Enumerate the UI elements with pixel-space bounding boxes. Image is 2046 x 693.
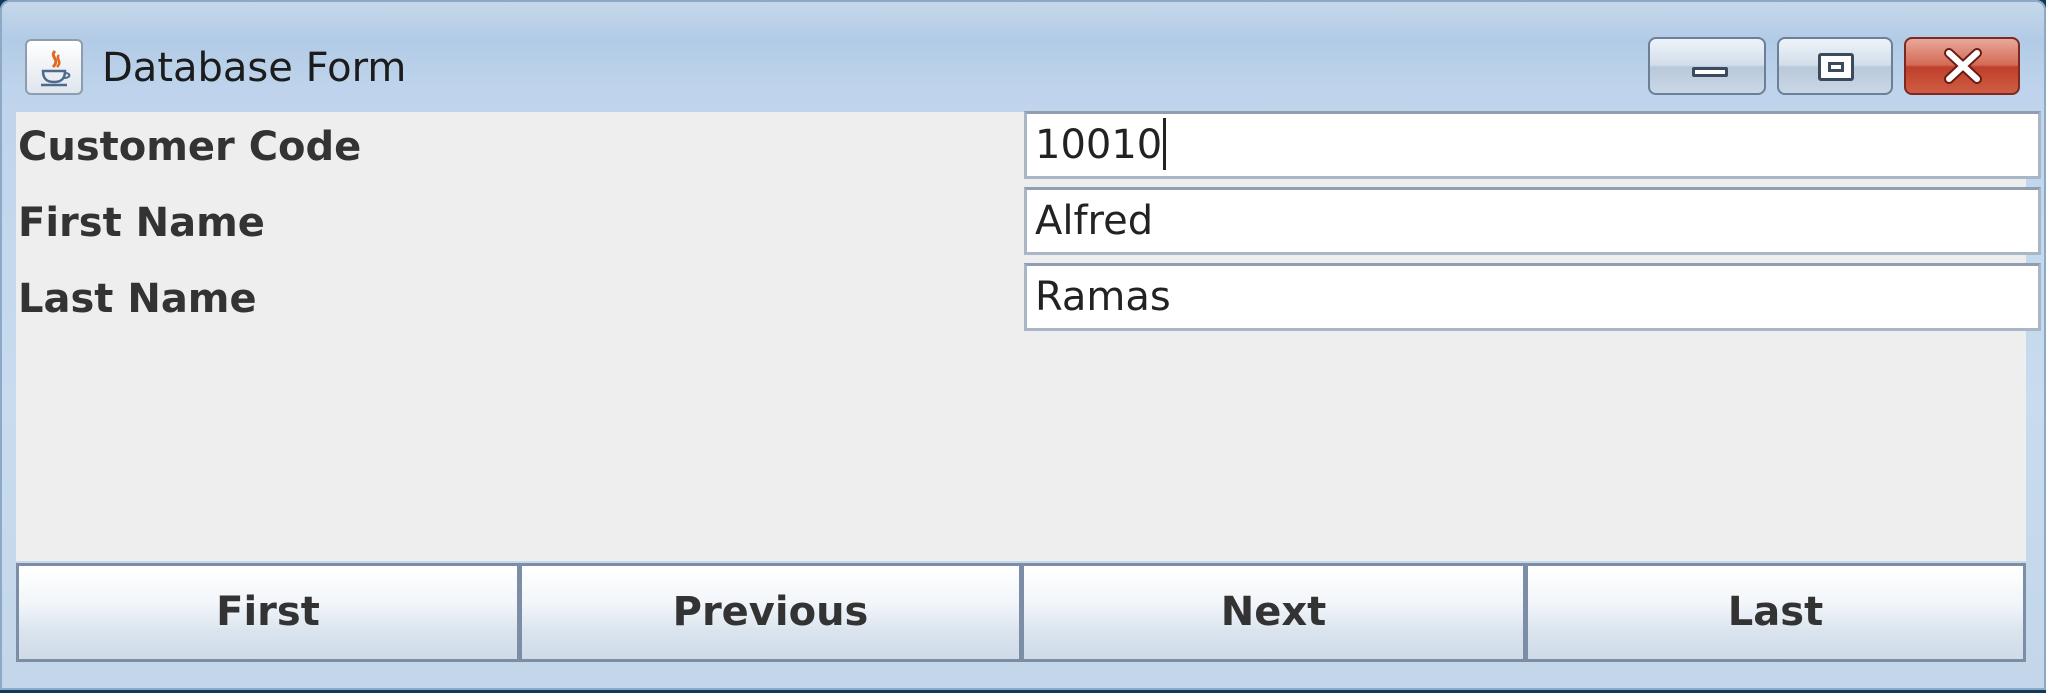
next-button[interactable]: Next <box>1021 563 1526 662</box>
maximize-button[interactable] <box>1777 37 1893 95</box>
window-title: Database Form <box>102 45 407 91</box>
maximize-icon <box>1818 53 1854 81</box>
last-name-value: Ramas <box>1035 274 1171 320</box>
first-name-value: Alfred <box>1035 198 1154 244</box>
minimize-button[interactable] <box>1648 37 1766 95</box>
first-name-field[interactable]: Alfred <box>1024 187 2041 255</box>
previous-button[interactable]: Previous <box>519 563 1022 662</box>
last-name-field[interactable]: Ramas <box>1024 263 2041 331</box>
customer-code-value: 10010 <box>1035 122 1163 168</box>
first-button[interactable]: First <box>16 563 520 662</box>
minimize-icon <box>1692 67 1728 77</box>
java-cup-icon[interactable] <box>25 39 83 95</box>
first-name-label: First Name <box>18 200 265 246</box>
text-caret <box>1163 118 1167 170</box>
last-button[interactable]: Last <box>1525 563 2026 662</box>
title-bar[interactable]: Database Form <box>0 0 2046 112</box>
form-panel: Customer Code 10010 First Name Alfred La… <box>16 111 2041 561</box>
last-name-label: Last Name <box>18 276 257 322</box>
customer-code-label: Customer Code <box>18 124 362 170</box>
navigation-bar: First Previous Next Last <box>16 563 2026 662</box>
close-button[interactable] <box>1904 37 2020 95</box>
close-icon <box>1944 48 1982 84</box>
app-window: Database Form Customer Code 10010 First … <box>0 0 2046 690</box>
customer-code-field[interactable]: 10010 <box>1024 111 2041 179</box>
